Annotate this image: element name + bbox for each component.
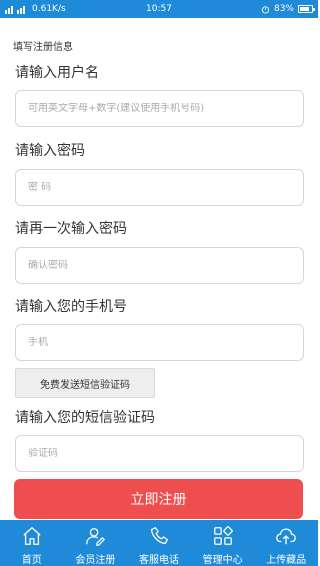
nav-label-upload: 上传藏品 [266, 555, 307, 566]
username-input[interactable] [28, 103, 291, 114]
signal-icon [5, 6, 25, 14]
nav-label-service: 客服电话 [138, 555, 179, 566]
password-label: 请输入密码 [15, 143, 85, 159]
nav-item-service[interactable]: 客服电话 [127, 520, 191, 566]
nav-item-upload[interactable]: 上传藏品 [254, 520, 318, 566]
username-label: 请输入用户名 [15, 65, 99, 81]
nav-label-home: 首页 [21, 555, 42, 566]
username-field[interactable] [15, 90, 304, 127]
nav-label-management: 管理中心 [202, 555, 243, 566]
battery-fill [300, 7, 310, 11]
status-right: 83% [261, 4, 315, 14]
cloud-upload-icon [274, 524, 298, 547]
nav-item-register[interactable]: 会员注册 [64, 520, 128, 566]
sms-code-field[interactable] [15, 435, 304, 472]
section-title: 填写注册信息 [13, 42, 73, 53]
nav-label-register: 会员注册 [75, 555, 116, 566]
status-bar: 0.61K/s 10:57 83% [0, 0, 318, 18]
battery-percent: 83% [273, 4, 294, 14]
network-speed: 0.61K/s [32, 4, 66, 14]
home-icon [20, 524, 44, 547]
battery-icon [298, 5, 315, 13]
password-input[interactable] [28, 182, 291, 193]
phone-field[interactable] [15, 324, 304, 361]
send-sms-code-button[interactable]: 免费发送短信验证码 [15, 368, 155, 398]
phone-icon [147, 524, 171, 547]
phone-input[interactable] [28, 337, 291, 348]
grid-icon [211, 524, 235, 547]
status-left: 0.61K/s [5, 4, 261, 14]
register-button[interactable]: 立即注册 [14, 479, 303, 519]
confirm-password-label: 请再一次输入密码 [15, 221, 127, 237]
registration-form: 填写注册信息 请输入用户名 请输入密码 请再一次输入密码 请输入您的手机号 免费… [0, 18, 318, 537]
member-icon [83, 524, 107, 547]
nav-item-management[interactable]: 管理中心 [191, 520, 255, 566]
sms-code-label: 请输入您的短信验证码 [15, 410, 155, 426]
sms-code-input[interactable] [28, 448, 291, 459]
phone-label: 请输入您的手机号 [15, 299, 127, 315]
alarm-icon [261, 5, 270, 14]
confirm-password-field[interactable] [15, 247, 304, 284]
password-field[interactable] [15, 169, 304, 206]
confirm-password-input[interactable] [28, 260, 291, 271]
bottom-nav: 首页 会员注册 客服电话 管理中心 上传藏品 [0, 520, 318, 566]
nav-item-home[interactable]: 首页 [0, 520, 64, 566]
